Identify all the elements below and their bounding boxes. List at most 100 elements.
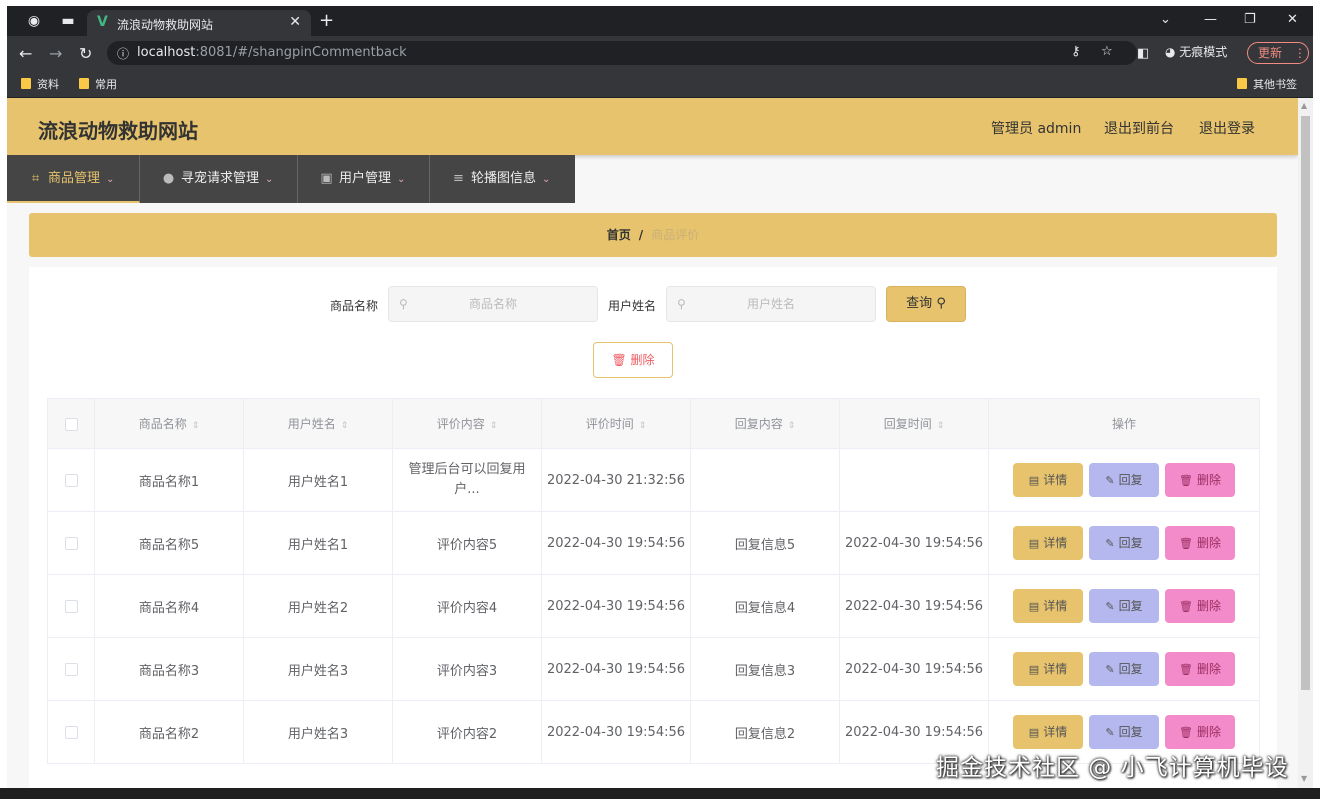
globe-icon[interactable]: ◉ (25, 12, 43, 30)
comments-table: 商品名称 ⇕ 用户姓名 ⇕ 评价内容 ⇕ 评价时间 ⇕ 回复内容 ⇕ 回复时间 ⇕ 操作 商… (47, 398, 1260, 764)
detail-button[interactable]: ▤ 详情 (1013, 715, 1083, 749)
sort-icon[interactable]: ⇕ (937, 421, 945, 431)
cell-content: 评价内容3 (392, 637, 542, 701)
menu-item-users[interactable]: ▣ 用户管理 ⌄ (298, 155, 430, 203)
header-time[interactable]: 评价时间 ⇕ (541, 398, 691, 449)
delete-button[interactable]: 🗑︎ 删除 (1165, 589, 1235, 623)
chevron-down-icon[interactable]: ⌄ (1160, 12, 1171, 27)
header-content[interactable]: 评价内容 ⇕ (392, 398, 542, 449)
cell-reply: 回复信息3 (690, 637, 840, 701)
folder-icon (21, 78, 31, 89)
breadcrumb-home[interactable]: 首页 (607, 228, 631, 242)
minimize-icon[interactable]: — (1204, 12, 1217, 27)
cell-actions: ▤ 详情 ✎ 回复 🗑︎ 删除 (988, 511, 1260, 575)
restore-icon[interactable]: ❐ (1244, 12, 1256, 27)
product-name-input[interactable]: ⚲ 商品名称 (388, 286, 598, 322)
bookmark-label: 常用 (95, 78, 117, 91)
search-icon: ⚲ (936, 296, 946, 311)
key-icon[interactable]: ⚷ (1071, 44, 1081, 59)
batch-delete-button[interactable]: 🗑︎ 删除 (593, 342, 673, 378)
query-button[interactable]: 查询 ⚲ (886, 286, 966, 322)
close-window-icon[interactable]: ✕ (1287, 12, 1298, 27)
reload-icon[interactable]: ↻ (79, 44, 92, 63)
document-icon: ▤ (1028, 726, 1040, 739)
detail-button[interactable]: ▤ 详情 (1013, 589, 1083, 623)
detail-button[interactable]: ▤ 详情 (1013, 652, 1083, 686)
cell-user: 用户姓名3 (243, 637, 393, 701)
cell-user: 用户姓名3 (243, 700, 393, 764)
sort-icon[interactable]: ⇕ (639, 421, 647, 431)
new-tab-icon[interactable]: + (319, 10, 334, 31)
cell-reply (690, 448, 840, 512)
taskbar-strip (0, 788, 1320, 799)
update-button[interactable]: 更新 ⋮ (1247, 42, 1309, 64)
select-all-checkbox[interactable] (64, 417, 78, 431)
bookmark-folder[interactable]: 常用 (79, 76, 117, 92)
other-bookmarks[interactable]: 其他书签 (1237, 76, 1297, 92)
header-reply-time[interactable]: 回复时间 ⇕ (839, 398, 989, 449)
exit-to-front-link[interactable]: 退出到前台 (1104, 118, 1174, 138)
tab-strip-icon[interactable]: ▬ (59, 12, 77, 30)
sort-icon[interactable]: ⇕ (341, 421, 349, 431)
scrollbar-thumb[interactable] (1301, 116, 1310, 690)
cell-content: 评价内容2 (392, 700, 542, 764)
document-icon: ▤ (1028, 474, 1040, 487)
table-header-row: 商品名称 ⇕ 用户姓名 ⇕ 评价内容 ⇕ 评价时间 ⇕ 回复内容 ⇕ 回复时间 ⇕ 操作 (47, 398, 1260, 449)
detail-label: 详情 (1043, 473, 1068, 487)
reply-button[interactable]: ✎ 回复 (1089, 463, 1159, 497)
chevron-down-icon: ⌄ (542, 174, 551, 185)
user-name-placeholder: 用户姓名 (746, 297, 795, 311)
user-name-input[interactable]: ⚲ 用户姓名 (666, 286, 876, 322)
sort-icon[interactable]: ⇕ (192, 421, 200, 431)
menu-item-product[interactable]: ⌗ 商品管理 ⌄ (7, 155, 140, 203)
cell-actions: ▤ 详情 ✎ 回复 🗑︎ 删除 (988, 448, 1260, 512)
row-checkbox[interactable] (64, 599, 78, 613)
forward-icon[interactable]: → (49, 44, 62, 63)
delete-label: 删除 (1196, 725, 1221, 739)
browser-tab-active[interactable]: V 流浪动物救助网站 ✕ (87, 10, 311, 36)
delete-button[interactable]: 🗑︎ 删除 (1165, 652, 1235, 686)
header-user[interactable]: 用户姓名 ⇕ (243, 398, 393, 449)
back-icon[interactable]: ← (19, 44, 32, 63)
bookmark-folder[interactable]: 资料 (21, 76, 59, 92)
reply-button[interactable]: ✎ 回复 (1089, 526, 1159, 560)
header-product[interactable]: 商品名称 ⇕ (94, 398, 244, 449)
row-checkbox[interactable] (64, 662, 78, 676)
sort-icon[interactable]: ⇕ (788, 421, 796, 431)
header-reply[interactable]: 回复内容 ⇕ (690, 398, 840, 449)
url-field[interactable]: ⓘ localhost:8081/#/shangpinCommentback ⚷… (107, 41, 1137, 65)
scroll-up-icon[interactable]: ▲ (1301, 101, 1307, 110)
incognito-indicator[interactable]: ◕ 无痕模式 (1165, 43, 1227, 60)
chevron-down-icon: ⌄ (265, 174, 274, 185)
reply-button[interactable]: ✎ 回复 (1089, 589, 1159, 623)
delete-button[interactable]: 🗑︎ 删除 (1165, 526, 1235, 560)
vertical-scrollbar[interactable]: ▲ ▼ (1298, 98, 1313, 788)
row-checkbox[interactable] (64, 473, 78, 487)
logout-link[interactable]: 退出登录 (1199, 118, 1255, 138)
sort-icon[interactable]: ⇕ (490, 421, 498, 431)
menu-item-carousel[interactable]: ≡ 轮播图信息 ⌄ (430, 155, 575, 203)
reply-button[interactable]: ✎ 回复 (1089, 652, 1159, 686)
close-tab-icon[interactable]: ✕ (289, 14, 301, 30)
delete-button[interactable]: 🗑︎ 删除 (1165, 715, 1235, 749)
row-checkbox[interactable] (64, 725, 78, 739)
info-icon[interactable]: ⓘ (117, 45, 129, 62)
cell-time: 2022-04-30 19:54:56 (541, 700, 691, 764)
reply-label: 回复 (1118, 725, 1143, 739)
sidebar-icon[interactable]: ◧ (1137, 46, 1149, 61)
menu-label: 商品管理 (48, 171, 101, 186)
header-actions: 操作 (988, 398, 1260, 449)
header-label: 评价内容 (436, 417, 485, 431)
menu-item-pet-request[interactable]: ● 寻宠请求管理 ⌄ (140, 155, 298, 203)
cell-reply: 回复信息4 (690, 574, 840, 638)
detail-button[interactable]: ▤ 详情 (1013, 526, 1083, 560)
star-icon[interactable]: ☆ (1101, 44, 1113, 59)
breadcrumb-current: 商品评价 (651, 228, 700, 242)
edit-icon: ✎ (1105, 474, 1115, 487)
reply-button[interactable]: ✎ 回复 (1089, 715, 1159, 749)
delete-button[interactable]: 🗑︎ 删除 (1165, 463, 1235, 497)
detail-button[interactable]: ▤ 详情 (1013, 463, 1083, 497)
scroll-down-icon[interactable]: ▼ (1301, 774, 1307, 783)
row-checkbox[interactable] (64, 536, 78, 550)
table-row: 商品名称4 用户姓名2 评价内容4 2022-04-30 19:54:56 回复… (47, 574, 1260, 638)
